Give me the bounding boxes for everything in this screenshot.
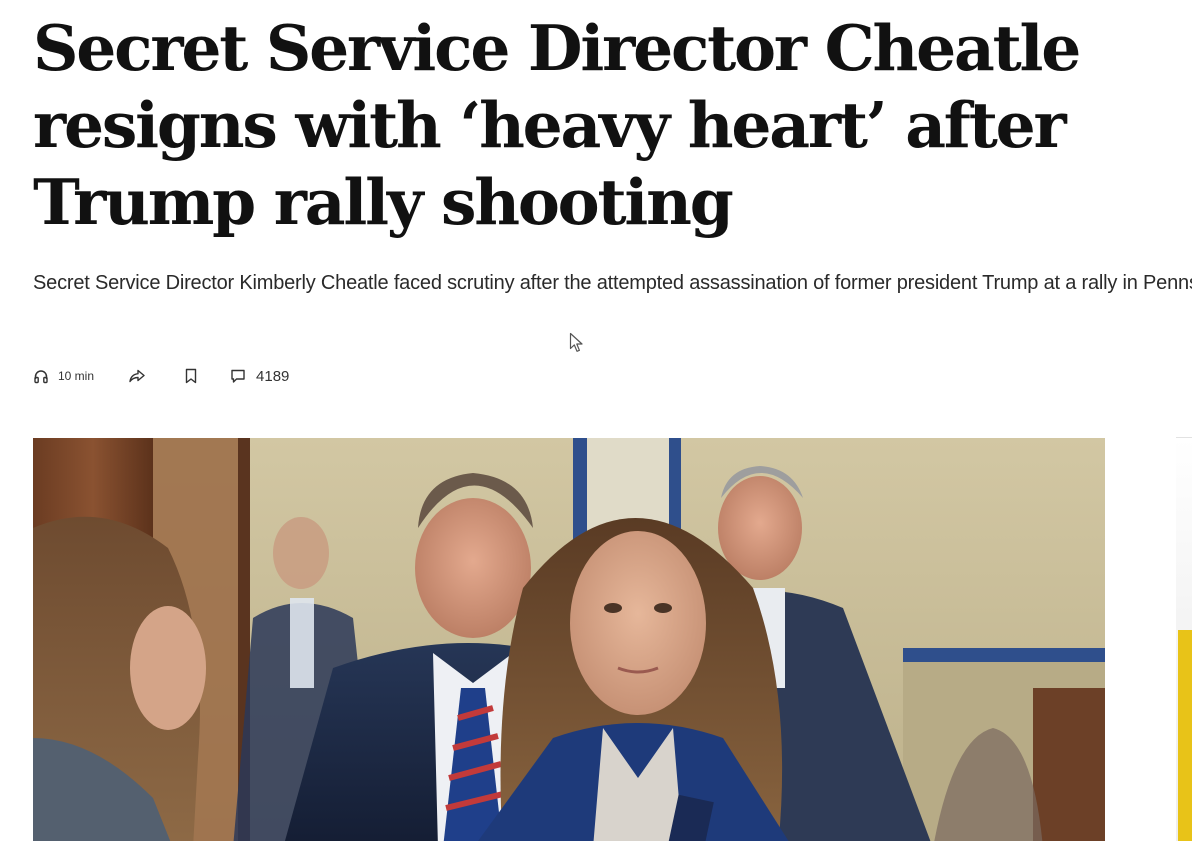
bookmark-icon [184,368,198,384]
mouse-cursor-icon [569,332,585,359]
headphones-icon [33,368,49,384]
article-headline: Secret Service Director Cheatle resigns … [33,11,1081,239]
comments-button[interactable]: 4189 [230,368,289,385]
article-action-bar: 10 min 4189 [33,362,289,390]
listen-duration: 10 min [58,369,95,383]
share-button[interactable] [128,368,146,384]
comments-count: 4189 [256,367,290,385]
share-arrow-icon [128,368,146,384]
article-dek: Secret Service Director Kimberly Cheatle… [33,272,1192,294]
comment-bubble-icon [230,368,246,384]
lead-photo[interactable] [33,438,1105,841]
right-rail-accent [1178,630,1192,841]
listen-button[interactable]: 10 min [33,368,94,384]
article-page: Secret Service Director Cheatle resigns … [0,0,1192,841]
save-button[interactable] [184,368,198,384]
